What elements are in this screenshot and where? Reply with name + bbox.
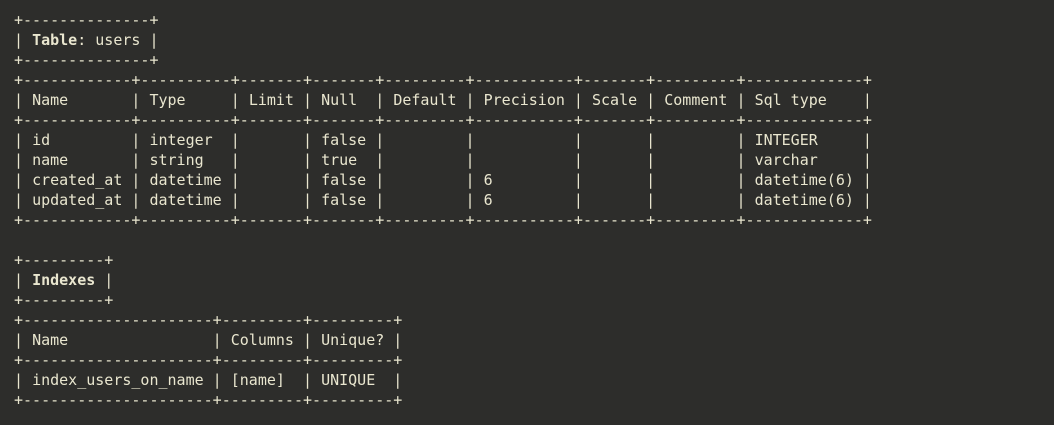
table-cell — [592, 191, 637, 209]
columns-table-border: +------------+----------+-------+-------… — [14, 71, 872, 89]
columns-table-row: | id | integer | | false | | | | | INTEG… — [14, 131, 872, 149]
table-cell — [393, 131, 456, 149]
table-cell: datetime(6) — [754, 191, 854, 209]
table-cell: datetime — [149, 191, 222, 209]
column-header: Default — [393, 91, 457, 109]
table-cell: datetime(6) — [754, 171, 854, 189]
columns-table-row: | name | string | | true | | | | | varch… — [14, 151, 872, 169]
column-header: Precision — [483, 91, 565, 109]
table-cell — [484, 131, 565, 149]
table-cell: 6 — [483, 171, 565, 189]
table-cell: false — [321, 191, 367, 209]
table-cell: string — [149, 151, 222, 169]
indexes-title-top-border: +---------+ — [14, 251, 114, 269]
indexes-title-bottom-border: +---------+ — [14, 291, 114, 309]
table-cell: updated_at — [32, 191, 123, 209]
column-header: Name — [32, 331, 204, 349]
table-cell — [592, 151, 637, 169]
columns-table-border: +------------+----------+-------+-------… — [14, 211, 872, 229]
column-header: Limit — [248, 91, 294, 109]
table-cell: UNIQUE — [321, 371, 385, 389]
table-cell — [393, 151, 456, 169]
table-title-top-border: +--------------+ — [14, 11, 159, 29]
table-cell — [484, 151, 565, 169]
terminal-output: +--------------+ | Table: users | +-------… — [14, 10, 872, 410]
table-cell: id — [32, 131, 123, 149]
table-cell — [249, 171, 294, 189]
table-cell — [664, 151, 727, 169]
table-cell — [249, 191, 294, 209]
table-cell: index_users_on_name — [32, 371, 204, 389]
table-cell — [664, 191, 727, 209]
table-cell: created_at — [32, 171, 123, 189]
table-cell — [592, 171, 637, 189]
column-header: Sql type — [754, 91, 854, 109]
table-title-label: Table — [32, 31, 78, 49]
indexes-table-header-row: | Name | Columns | Unique? | — [14, 331, 403, 349]
table-title: | Table: users | — [14, 31, 159, 49]
table-cell: false — [321, 171, 367, 189]
table-cell: 6 — [483, 191, 565, 209]
columns-table-header-row: | Name | Type | Limit | Null | Default |… — [14, 91, 872, 109]
table-name: users — [95, 31, 141, 49]
table-cell: datetime — [149, 171, 222, 189]
table-cell: name — [32, 151, 123, 169]
indexes-table-border: +---------------------+---------+-------… — [14, 351, 403, 369]
column-header: Scale — [592, 91, 638, 109]
table-cell — [249, 131, 294, 149]
columns-table-row: | created_at | datetime | | false | | 6 … — [14, 171, 872, 189]
table-cell: [name] — [230, 371, 294, 389]
indexes-table-border: +---------------------+---------+-------… — [14, 311, 403, 329]
table-cell — [664, 131, 727, 149]
column-header: Comment — [664, 91, 728, 109]
column-header: Unique? — [321, 331, 385, 349]
column-header: Type — [149, 91, 222, 109]
indexes-table-border: +---------------------+---------+-------… — [14, 391, 403, 409]
indexes-title: | Indexes | — [14, 271, 114, 289]
table-cell — [592, 131, 637, 149]
columns-table-border: +------------+----------+-------+-------… — [14, 111, 872, 129]
table-cell — [393, 191, 456, 209]
indexes-table-row: | index_users_on_name | [name] | UNIQUE … — [14, 371, 403, 389]
table-cell: varchar — [754, 151, 854, 169]
column-header: Null — [321, 91, 367, 109]
table-cell: true — [321, 151, 367, 169]
table-cell — [249, 151, 294, 169]
table-cell — [664, 171, 727, 189]
indexes-title-label: Indexes — [32, 271, 96, 289]
table-cell: false — [321, 131, 367, 149]
columns-table-row: | updated_at | datetime | | false | | 6 … — [14, 191, 872, 209]
table-cell: INTEGER — [754, 131, 854, 149]
column-header: Columns — [230, 331, 294, 349]
table-title-bottom-border: +--------------+ — [14, 51, 159, 69]
table-title-separator: : — [77, 31, 96, 49]
table-cell — [393, 171, 456, 189]
table-cell: integer — [149, 131, 222, 149]
column-header: Name — [32, 91, 123, 109]
